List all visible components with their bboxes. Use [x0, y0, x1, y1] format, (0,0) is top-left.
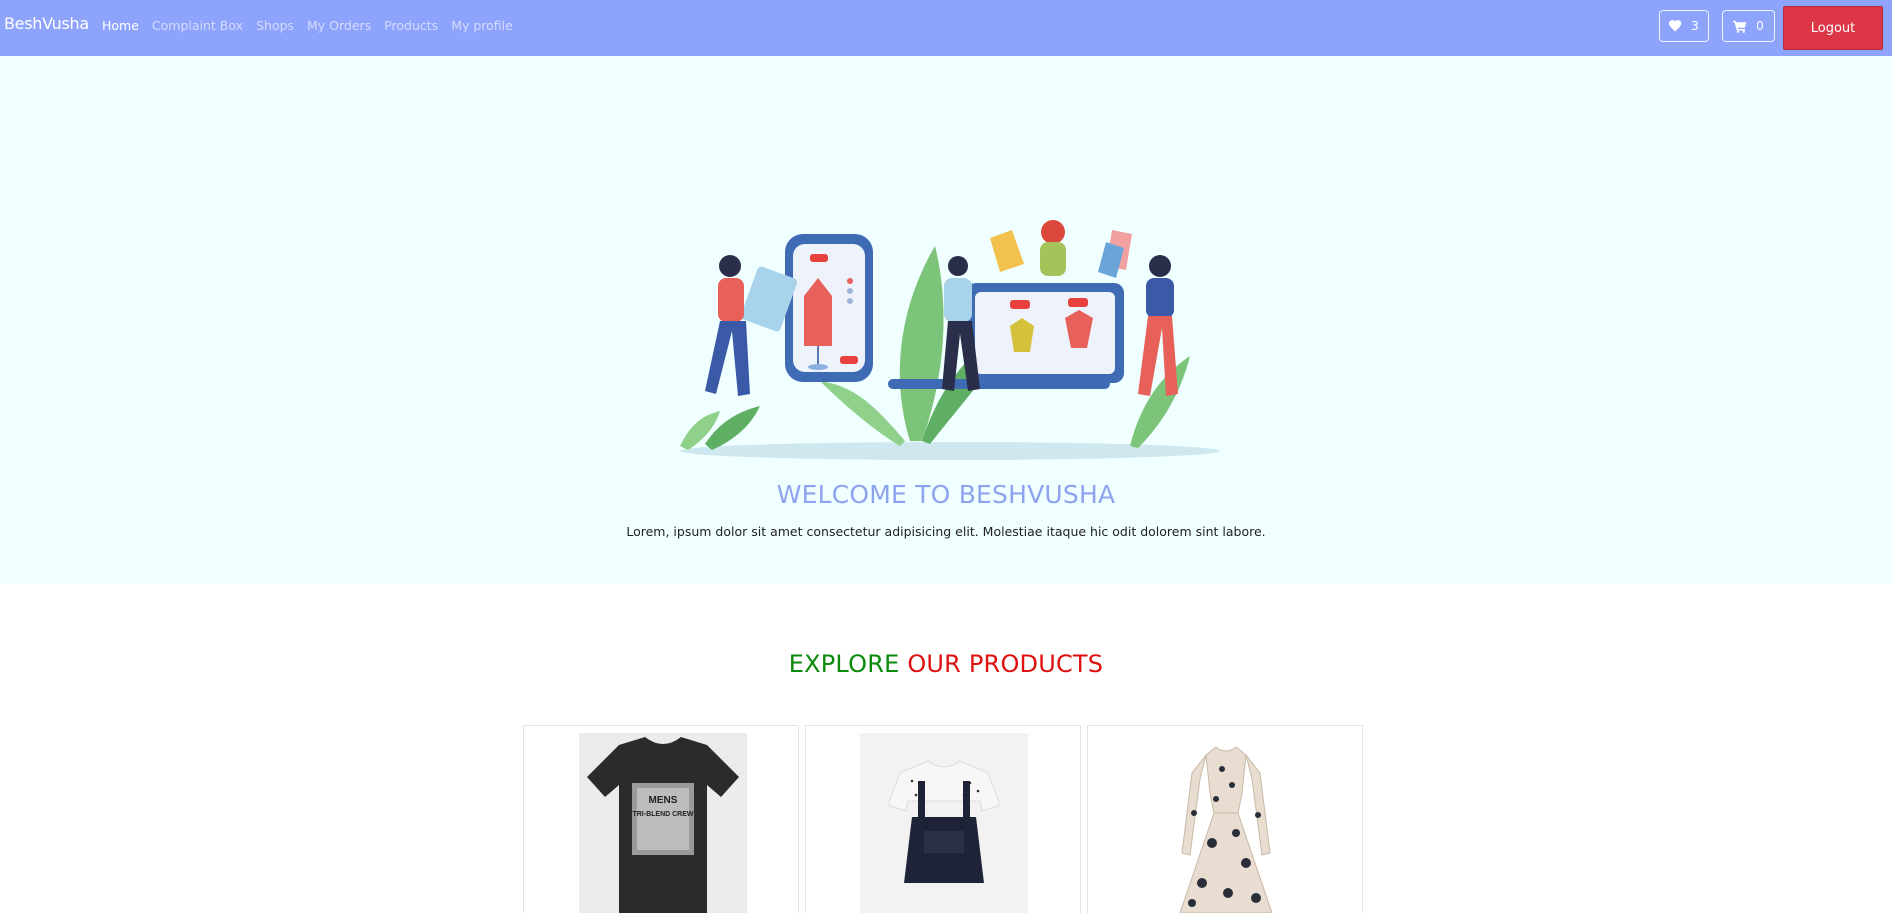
black-tshirt-image[interactable]: MENS TRI-BLEND CREW	[579, 733, 747, 913]
product-card[interactable]	[805, 725, 1081, 913]
kids-dungaree-image[interactable]	[860, 733, 1028, 913]
wishlist-count: 3	[1691, 19, 1699, 33]
title-explore: EXPLORE	[788, 650, 900, 678]
shopping-illustration	[680, 220, 1220, 460]
shirt-text-line1: MENS	[649, 795, 678, 806]
explore-products-title: EXPLORE OUR PRODUCTS	[0, 650, 1892, 678]
nav-link-complaint-box[interactable]: Complaint Box	[152, 18, 243, 33]
shirt-text-line2: TRI-BLEND CREW	[632, 811, 693, 818]
nav-link-products[interactable]: Products	[384, 18, 438, 33]
product-card[interactable]	[1087, 725, 1363, 913]
product-card[interactable]: MENS TRI-BLEND CREW	[523, 725, 799, 913]
nav-links: Home Complaint Box Shops My Orders Produ…	[102, 18, 526, 33]
hero-text: Lorem, ipsum dolor sit amet consectetur …	[626, 524, 1266, 539]
title-our-products: OUR PRODUCTS	[907, 650, 1104, 678]
cart-button[interactable]: 0	[1722, 10, 1775, 42]
nav-link-my-orders[interactable]: My Orders	[307, 18, 371, 33]
cart-icon	[1733, 20, 1747, 33]
nav-link-home[interactable]: Home	[102, 18, 139, 33]
nav-link-shops[interactable]: Shops	[256, 18, 294, 33]
floral-dress-image[interactable]	[1142, 733, 1310, 913]
cart-count: 0	[1756, 19, 1764, 33]
logout-button[interactable]: Logout	[1783, 6, 1883, 50]
navbar: BeshVusha Home Complaint Box Shops My Or…	[0, 0, 1892, 56]
hero-title: WELCOME TO BESHVUSHA	[776, 480, 1116, 509]
wishlist-button[interactable]: 3	[1659, 10, 1709, 42]
nav-link-my-profile[interactable]: My profile	[451, 18, 513, 33]
heart-icon	[1669, 20, 1682, 32]
brand-logo[interactable]: BeshVusha	[4, 14, 89, 33]
hero-section: WELCOME TO BESHVUSHA Lorem, ipsum dolor …	[0, 56, 1892, 584]
